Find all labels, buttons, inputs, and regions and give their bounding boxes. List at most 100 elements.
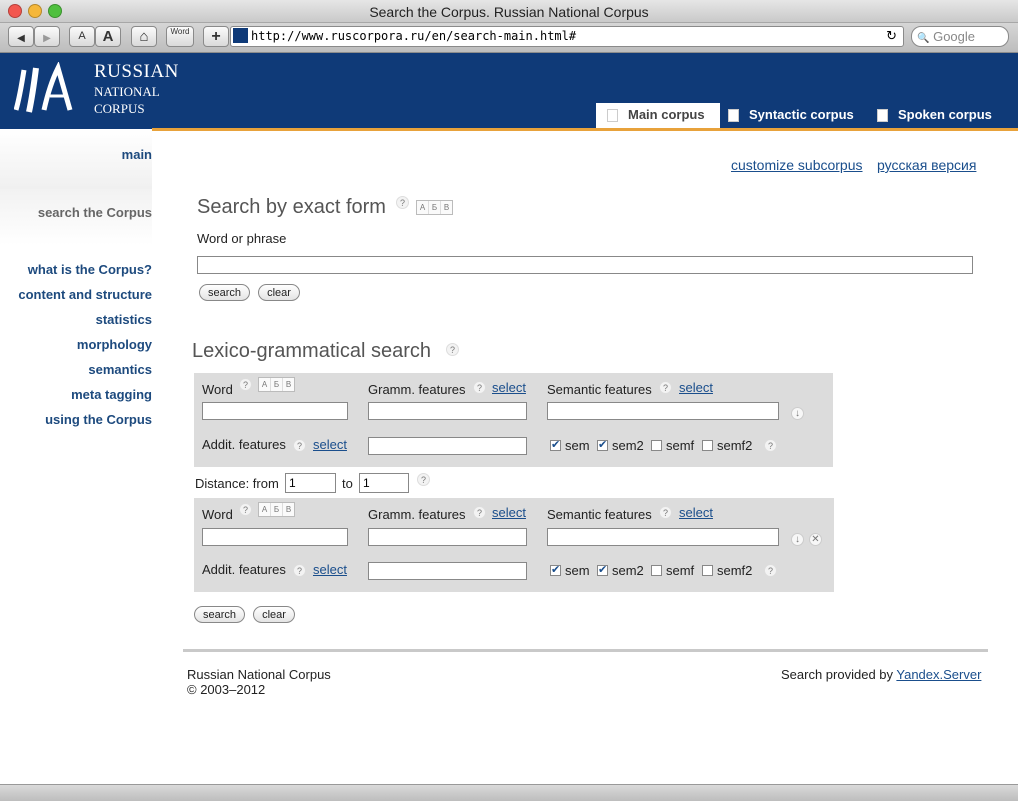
site-logo-text[interactable]: RUSSIAN NATIONAL CORPUS [94, 61, 179, 117]
help-icon[interactable]: ? [239, 503, 252, 516]
forward-button[interactable]: ▶ [34, 26, 60, 47]
gramm-features-input-2[interactable] [368, 528, 527, 546]
add-bookmark-button[interactable]: + [203, 26, 229, 47]
cyrillic-keyboard-icon[interactable]: АБВ [258, 502, 295, 517]
lexgram-search-title: Lexico-grammatical search [192, 340, 431, 362]
help-icon[interactable]: ? [764, 564, 777, 577]
tab-syntactic-corpus[interactable]: Syntactic corpus [728, 103, 868, 129]
sidebar-item-what-is-the-corpus[interactable]: what is the Corpus? [28, 262, 152, 277]
gramm-features-input-1[interactable] [368, 402, 527, 420]
addit-select-link[interactable]: select [313, 437, 347, 452]
semf2-checkbox[interactable] [702, 565, 713, 576]
sidebar-item-search-the-corpus[interactable]: search the Corpus [38, 205, 152, 220]
gramm-select-link[interactable]: select [492, 380, 526, 395]
help-icon[interactable]: ? [396, 196, 409, 209]
sidebar-item-morphology[interactable]: morphology [77, 337, 152, 352]
semf-checkbox[interactable] [651, 440, 662, 451]
yandex-server-link[interactable]: Yandex.Server [896, 667, 981, 682]
sidebar-item-semantics[interactable]: semantics [88, 362, 152, 377]
tab-main-corpus[interactable]: Main corpus [596, 103, 720, 129]
page-icon [607, 109, 618, 123]
help-icon[interactable]: ? [473, 381, 486, 394]
help-icon[interactable]: ? [446, 343, 459, 356]
help-icon[interactable]: ? [239, 378, 252, 391]
exact-search-button[interactable]: search [199, 284, 250, 301]
help-icon[interactable]: ? [293, 564, 306, 577]
addit-features-label: Addit. features [202, 437, 286, 452]
footer-copyright: © 2003–2012 [187, 682, 266, 697]
help-icon[interactable]: ? [473, 506, 486, 519]
magnifier-icon: 🔍 [917, 33, 930, 44]
rnc-logo-icon[interactable] [14, 62, 74, 116]
lexgram-clear-button[interactable]: clear [253, 606, 295, 623]
forward-arrow-icon: ▶ [43, 33, 51, 44]
distance-to-input[interactable] [359, 473, 409, 493]
sem-checkbox[interactable]: ✔ [550, 440, 561, 451]
browser-toolbar: ◀ ▶ A A ⌂ Word + http://www.ruscorpora.r… [0, 23, 1018, 53]
semantic-features-label: Semantic features [547, 382, 652, 397]
addit-features-input-1[interactable] [368, 437, 527, 455]
down-arrow-icon[interactable]: ↓ [791, 407, 804, 420]
addit-features-label: Addit. features [202, 562, 286, 577]
google-search-field[interactable]: 🔍 Google [911, 26, 1009, 47]
addit-select-link[interactable]: select [313, 562, 347, 577]
sidebar-item-using-the-corpus[interactable]: using the Corpus [45, 412, 152, 427]
word-toolbar-button[interactable]: Word [166, 26, 194, 47]
semantic-features-input-1[interactable] [547, 402, 779, 420]
header-accent-stripe [152, 128, 1018, 131]
sem-checkbox[interactable]: ✔ [550, 565, 561, 576]
help-icon[interactable]: ? [293, 439, 306, 452]
footer-divider [183, 649, 988, 652]
lexgram-search-button[interactable]: search [194, 606, 245, 623]
plus-icon: + [211, 28, 221, 45]
exact-form-input[interactable] [197, 256, 973, 274]
sem2-checkbox[interactable]: ✔ [597, 565, 608, 576]
sem2-checkbox-label: sem2 [612, 438, 644, 453]
exact-clear-button[interactable]: clear [258, 284, 300, 301]
back-button[interactable]: ◀ [8, 26, 34, 47]
word-label: Word [202, 507, 233, 522]
semf-checkbox-label: semf [666, 563, 695, 578]
semantic-select-link[interactable]: select [679, 380, 713, 395]
sidebar-item-meta-tagging[interactable]: meta tagging [71, 387, 152, 402]
cyrillic-keyboard-icon[interactable]: АБВ [258, 377, 295, 392]
help-icon[interactable]: ? [659, 506, 672, 519]
word-input-1[interactable] [202, 402, 348, 420]
sem2-checkbox[interactable]: ✔ [597, 440, 608, 451]
page-icon [877, 109, 888, 123]
help-icon[interactable]: ? [659, 381, 672, 394]
sidebar-item-statistics[interactable]: statistics [96, 312, 152, 327]
word-input-2[interactable] [202, 528, 348, 546]
help-icon[interactable]: ? [764, 439, 777, 452]
tab-spoken-corpus[interactable]: Spoken corpus [877, 103, 1012, 129]
customize-subcorpus-link[interactable]: customize subcorpus [731, 157, 863, 173]
exact-search-title: Search by exact form [197, 196, 386, 218]
distance-from-input[interactable] [285, 473, 336, 493]
font-smaller-button[interactable]: A [69, 26, 95, 47]
russian-version-link[interactable]: русская версия [877, 157, 976, 173]
address-bar[interactable]: http://www.ruscorpora.ru/en/search-main.… [230, 26, 904, 47]
down-arrow-icon[interactable]: ↓ [791, 533, 804, 546]
gramm-select-link[interactable]: select [492, 505, 526, 520]
semf-checkbox-label: semf [666, 438, 695, 453]
reload-icon[interactable]: ↻ [886, 27, 897, 46]
semantic-select-link[interactable]: select [679, 505, 713, 520]
help-icon[interactable]: ? [417, 473, 430, 486]
remove-block-icon[interactable]: ✕ [809, 533, 822, 546]
word-label: Word [202, 382, 233, 397]
addit-features-input-2[interactable] [368, 562, 527, 580]
window-status-bar [0, 784, 1018, 801]
page-icon [728, 109, 739, 123]
sidebar-item-content-structure[interactable]: content and structure [18, 287, 152, 302]
home-button[interactable]: ⌂ [131, 26, 157, 47]
sidebar-item-main[interactable]: main [122, 147, 152, 162]
address-url: http://www.ruscorpora.ru/en/search-main.… [251, 29, 577, 43]
font-larger-button[interactable]: A [95, 26, 121, 47]
sem-checkbox-label: sem [565, 563, 590, 578]
semantic-features-input-2[interactable] [547, 528, 779, 546]
semf2-checkbox[interactable] [702, 440, 713, 451]
semf-checkbox[interactable] [651, 565, 662, 576]
cyrillic-keyboard-icon[interactable]: АБВ [416, 200, 453, 215]
footer-provider: Search provided by Yandex.Server [781, 667, 982, 682]
window-title: Search the Corpus. Russian National Corp… [369, 4, 649, 20]
